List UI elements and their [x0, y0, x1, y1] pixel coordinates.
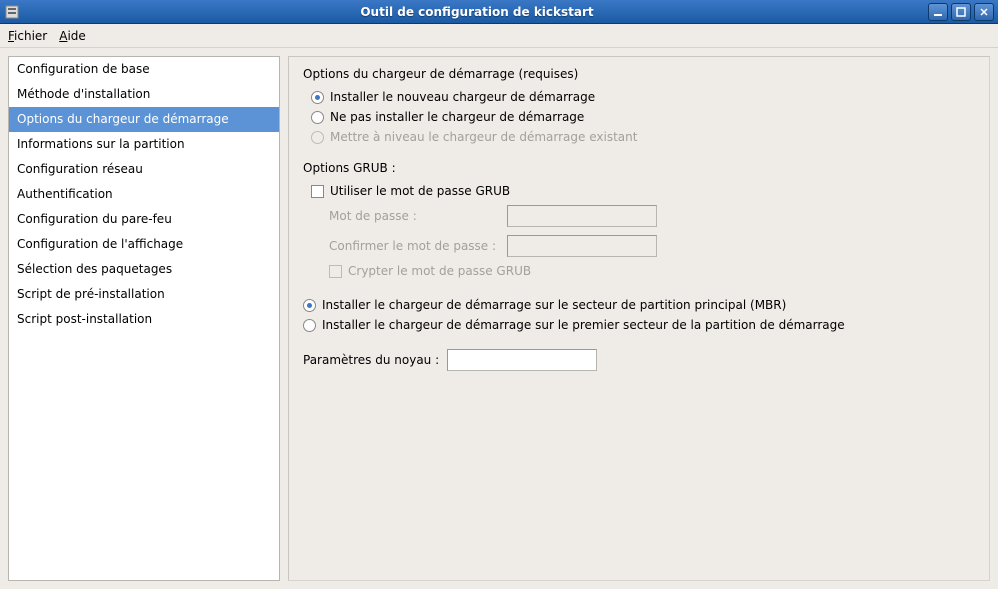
- radio-icon: [311, 131, 324, 144]
- menubar: Fichier Aide: [0, 24, 998, 48]
- sidebar-item[interactable]: Script post-installation: [9, 307, 279, 332]
- radio-mbr[interactable]: Installer le chargeur de démarrage sur l…: [303, 295, 975, 315]
- main-panel: Options du chargeur de démarrage (requis…: [288, 56, 990, 581]
- sidebar-item[interactable]: Informations sur la partition: [9, 132, 279, 157]
- content: Configuration de baseMéthode d'installat…: [0, 48, 998, 589]
- app-icon: [4, 4, 20, 20]
- grub-block: Options GRUB : Utiliser le mot de passe …: [303, 161, 975, 281]
- sidebar-item[interactable]: Options du chargeur de démarrage: [9, 107, 279, 132]
- sidebar-item[interactable]: Configuration réseau: [9, 157, 279, 182]
- window-controls: [928, 3, 994, 21]
- confirm-input: [507, 235, 657, 257]
- radio-icon: [311, 111, 324, 124]
- maximize-button[interactable]: [951, 3, 971, 21]
- radio-label: Mettre à niveau le chargeur de démarrage…: [330, 130, 637, 144]
- radio-upgrade: Mettre à niveau le chargeur de démarrage…: [303, 127, 975, 147]
- menu-help[interactable]: Aide: [59, 29, 86, 43]
- kernel-row: Paramètres du noyau :: [303, 349, 975, 371]
- password-input: [507, 205, 657, 227]
- close-button[interactable]: [974, 3, 994, 21]
- radio-label: Installer le chargeur de démarrage sur l…: [322, 318, 845, 332]
- sidebar-item[interactable]: Authentification: [9, 182, 279, 207]
- kernel-input[interactable]: [447, 349, 597, 371]
- radio-first-sector[interactable]: Installer le chargeur de démarrage sur l…: [303, 315, 975, 335]
- sidebar-item[interactable]: Méthode d'installation: [9, 82, 279, 107]
- checkbox-icon: [311, 185, 324, 198]
- radio-icon: [303, 319, 316, 332]
- minimize-button[interactable]: [928, 3, 948, 21]
- confirm-label: Confirmer le mot de passe :: [329, 239, 499, 253]
- sidebar-item[interactable]: Configuration de l'affichage: [9, 232, 279, 257]
- sidebar-item[interactable]: Sélection des paquetages: [9, 257, 279, 282]
- grub-title: Options GRUB :: [303, 161, 975, 175]
- checkbox-label: Utiliser le mot de passe GRUB: [330, 184, 510, 198]
- radio-label: Installer le nouveau chargeur de démarra…: [330, 90, 595, 104]
- radio-icon: [303, 299, 316, 312]
- sidebar-item[interactable]: Script de pré-installation: [9, 282, 279, 307]
- radio-icon: [311, 91, 324, 104]
- grub-pw-content: Mot de passe : Confirmer le mot de passe…: [303, 201, 975, 281]
- titlebar: Outil de configuration de kickstart: [0, 0, 998, 24]
- check-encrypt-pw: Crypter le mot de passe GRUB: [329, 261, 975, 281]
- radio-no-install[interactable]: Ne pas installer le chargeur de démarrag…: [303, 107, 975, 127]
- menu-file[interactable]: Fichier: [8, 29, 47, 43]
- radio-label: Installer le chargeur de démarrage sur l…: [322, 298, 786, 312]
- radio-label: Ne pas installer le chargeur de démarrag…: [330, 110, 584, 124]
- radio-install-new[interactable]: Installer le nouveau chargeur de démarra…: [303, 87, 975, 107]
- sidebar-item[interactable]: Configuration de base: [9, 57, 279, 82]
- checkbox-icon: [329, 265, 342, 278]
- kernel-label: Paramètres du noyau :: [303, 353, 439, 367]
- window-title: Outil de configuration de kickstart: [26, 5, 928, 19]
- sidebar-item[interactable]: Configuration du pare-feu: [9, 207, 279, 232]
- password-label: Mot de passe :: [329, 209, 499, 223]
- sidebar: Configuration de baseMéthode d'installat…: [8, 56, 280, 581]
- location-block: Installer le chargeur de démarrage sur l…: [303, 295, 975, 335]
- section-title-required: Options du chargeur de démarrage (requis…: [303, 67, 975, 81]
- row-password: Mot de passe :: [329, 201, 975, 231]
- checkbox-label: Crypter le mot de passe GRUB: [348, 264, 531, 278]
- check-use-grub-pw[interactable]: Utiliser le mot de passe GRUB: [303, 181, 975, 201]
- row-confirm: Confirmer le mot de passe :: [329, 231, 975, 261]
